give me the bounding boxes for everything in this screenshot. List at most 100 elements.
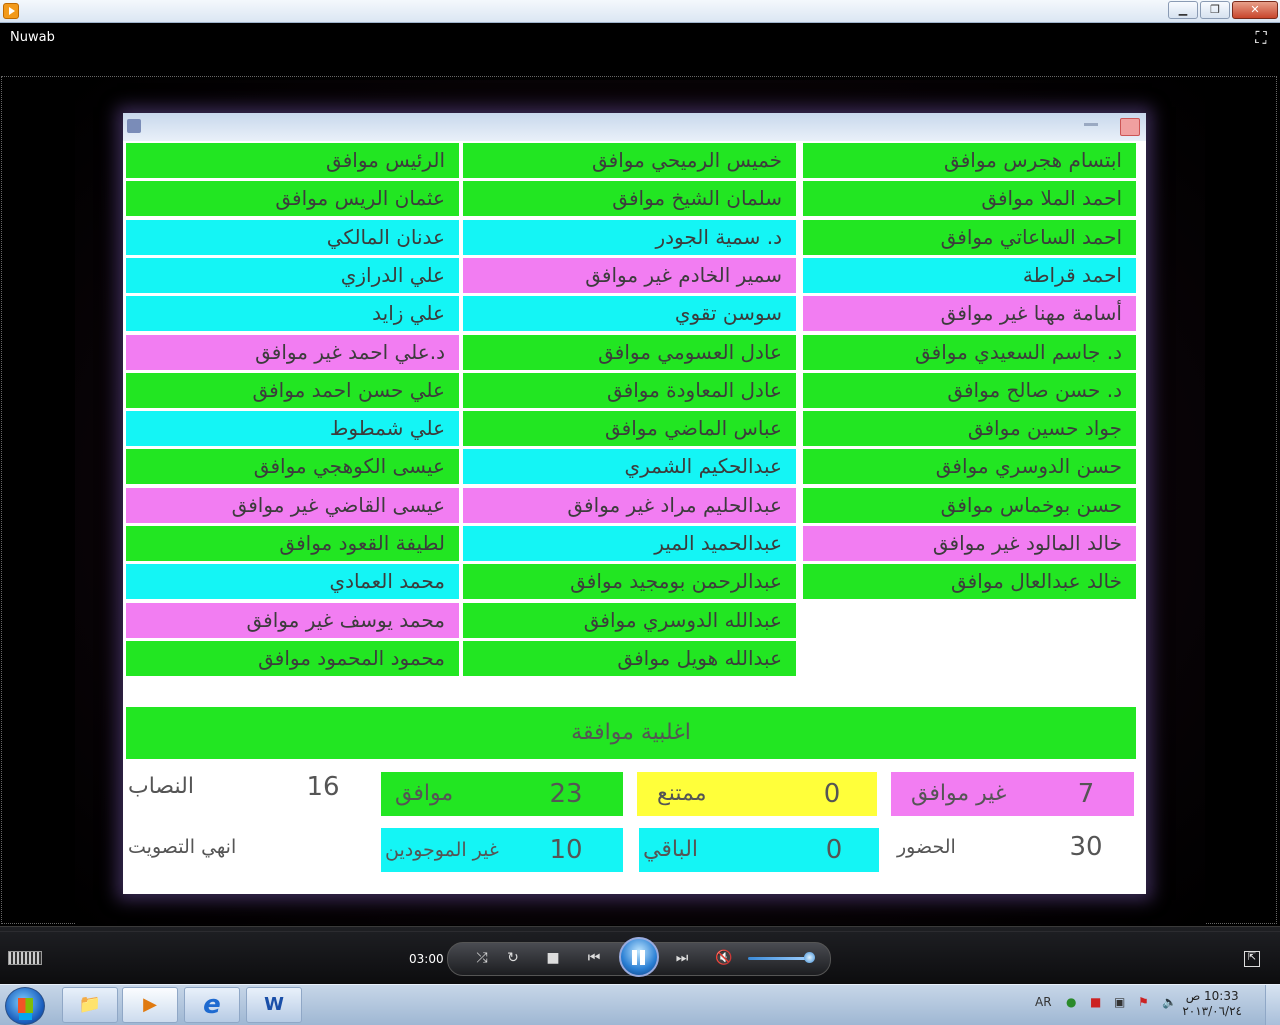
member-vote-middle-5: عادل العسومي موافق bbox=[463, 334, 796, 370]
member-vote-left-5: د.علي احمد غير موافق bbox=[126, 334, 459, 370]
member-vote-left-13: محمود المحمود موافق bbox=[126, 640, 459, 676]
member-vote-left-8: عيسى الكوهجي موافق bbox=[126, 449, 459, 485]
elapsed-time: 03:00 bbox=[409, 952, 444, 966]
remaining-value: 0 bbox=[825, 835, 843, 865]
visualization-icon[interactable] bbox=[8, 951, 42, 965]
member-vote-right-6: د. حسن صالح موافق bbox=[803, 372, 1136, 408]
taskbar-explorer[interactable]: 📁 bbox=[62, 987, 118, 1023]
windows-logo-icon bbox=[18, 998, 33, 1013]
member-vote-left-7: علي شمطوط bbox=[126, 411, 459, 447]
member-vote-right-11: خالد عبدالعال موافق bbox=[803, 564, 1136, 600]
member-vote-right-1: احمد الملا موافق bbox=[803, 181, 1136, 217]
present-box: 30 الحضور bbox=[891, 825, 1134, 869]
voting-board-window: ابتسام هجرس موافق احمد الملا موافق احمد ال… bbox=[123, 113, 1146, 894]
abstain-value: 0 bbox=[823, 779, 841, 809]
board-close-icon bbox=[1120, 118, 1140, 136]
disagree-box: 7 غير موافق bbox=[891, 772, 1134, 816]
present-label: الحضور bbox=[897, 836, 956, 858]
member-vote-right-5: د. جاسم السعيدي موافق bbox=[803, 334, 1136, 370]
switch-to-library-button[interactable]: ⇱ bbox=[1244, 951, 1260, 967]
member-vote-right-10: خالد المالود غير موافق bbox=[803, 526, 1136, 561]
clock-time: 10:33 ص bbox=[1185, 989, 1239, 1003]
present-value: 30 bbox=[1069, 832, 1103, 862]
fullscreen-toggle-icon[interactable]: ⛶ bbox=[1252, 29, 1270, 47]
member-vote-left-0: الرئيس موافق bbox=[126, 143, 459, 178]
mute-button[interactable]: 🔇 bbox=[713, 949, 735, 967]
abstain-box: 0 ممتنع bbox=[637, 772, 877, 816]
taskbar-media-player[interactable]: ▶ bbox=[122, 987, 178, 1023]
vote-verdict: اغلبية موافقة bbox=[126, 707, 1136, 759]
member-vote-middle-3: سمير الخادم غير موافق bbox=[463, 257, 796, 293]
end-vote-button[interactable]: انهي التصويت bbox=[126, 825, 361, 869]
pause-button[interactable] bbox=[619, 937, 659, 977]
member-vote-right-9: حسن بوخماس موافق bbox=[803, 487, 1136, 523]
stop-button[interactable]: ■ bbox=[542, 949, 564, 967]
member-vote-right-8: حسن الدوسري موافق bbox=[803, 449, 1136, 485]
member-vote-middle-7: عباس الماضي موافق bbox=[463, 411, 796, 447]
next-button[interactable]: ⏭ bbox=[671, 949, 693, 967]
voting-board-titlebar bbox=[123, 113, 1146, 141]
agree-value: 23 bbox=[549, 779, 583, 809]
member-vote-left-3: علي الدرازي bbox=[126, 257, 459, 293]
show-desktop-button[interactable] bbox=[1265, 985, 1280, 1025]
disagree-label: غير موافق bbox=[911, 781, 1007, 806]
taskbar-word[interactable]: W bbox=[246, 987, 302, 1023]
agree-box: 23 موافق bbox=[381, 772, 623, 816]
media-player-app-icon bbox=[3, 3, 19, 19]
tray-flash-icon[interactable]: ■ bbox=[1090, 995, 1101, 1009]
language-indicator[interactable]: AR bbox=[1035, 995, 1052, 1009]
member-vote-right-2: احمد الساعاتي موافق bbox=[803, 219, 1136, 255]
not-present-box: 10 غير الموجودين bbox=[381, 828, 623, 872]
member-vote-middle-8: عبدالحكيم الشمري bbox=[463, 449, 796, 485]
member-vote-left-4: علي زايد bbox=[126, 296, 459, 332]
quorum-label: النصاب bbox=[128, 774, 194, 799]
window-controls: ▁ ❐ ✕ bbox=[1166, 1, 1278, 19]
seek-bar[interactable] bbox=[0, 931, 1280, 932]
clock-date: ٢٠١٣/٠٦/٢٤ bbox=[1182, 1004, 1242, 1018]
not-present-value: 10 bbox=[549, 835, 583, 865]
not-present-label: غير الموجودين bbox=[385, 839, 499, 861]
media-title: Nuwab bbox=[10, 30, 55, 45]
member-vote-middle-0: خميس الرميحي موافق bbox=[463, 143, 796, 178]
remaining-box: 0 الباقي bbox=[639, 828, 879, 872]
volume-knob[interactable] bbox=[804, 952, 815, 963]
tray-action-center-icon[interactable]: ⚑ bbox=[1138, 995, 1149, 1009]
taskbar-internet-explorer[interactable]: e bbox=[184, 987, 240, 1023]
player-controls: 03:00 ⤮ ↻ ■ ⏮ ⏭ 🔇 ⇱ bbox=[0, 926, 1280, 985]
tray-security-icon[interactable]: ● bbox=[1066, 995, 1076, 1009]
member-vote-right-0: ابتسام هجرس موافق bbox=[803, 143, 1136, 178]
tray-volume-icon[interactable]: 🔈 bbox=[1162, 995, 1177, 1009]
member-vote-right-7: جواد حسين موافق bbox=[803, 411, 1136, 447]
member-vote-right-4: أسامة مهنا غير موافق bbox=[803, 296, 1136, 332]
window-titlebar: ▁ ❐ ✕ bbox=[0, 0, 1280, 23]
member-vote-middle-6: عادل المعاودة موافق bbox=[463, 372, 796, 408]
board-app-icon bbox=[127, 119, 141, 133]
tray-network-icon[interactable]: ▣ bbox=[1114, 995, 1125, 1009]
disagree-value: 7 bbox=[1077, 779, 1095, 809]
shuffle-button[interactable]: ⤮ bbox=[471, 949, 493, 967]
maximize-button[interactable]: ❐ bbox=[1200, 1, 1230, 19]
volume-slider[interactable] bbox=[748, 957, 810, 960]
abstain-label: ممتنع bbox=[657, 781, 707, 806]
minimize-button[interactable]: ▁ bbox=[1168, 1, 1198, 19]
member-vote-middle-9: عبدالحليم مراد غير موافق bbox=[463, 487, 796, 523]
member-vote-left-10: لطيفة القعود موافق bbox=[126, 526, 459, 561]
member-vote-left-1: عثمان الريس موافق bbox=[126, 181, 459, 217]
previous-button[interactable]: ⏮ bbox=[583, 949, 605, 967]
member-vote-middle-1: سلمان الشيخ موافق bbox=[463, 181, 796, 217]
quorum-box: النصاب 16 bbox=[126, 765, 361, 809]
agree-label: موافق bbox=[395, 781, 454, 806]
repeat-button[interactable]: ↻ bbox=[502, 949, 524, 967]
close-button[interactable]: ✕ bbox=[1232, 1, 1278, 19]
member-vote-left-2: عدنان المالكي bbox=[126, 219, 459, 255]
member-vote-middle-12: عبدالله الدوسري موافق bbox=[463, 602, 796, 638]
member-vote-left-11: محمد العمادي bbox=[126, 564, 459, 600]
member-vote-middle-10: عبدالحميد المير bbox=[463, 526, 796, 561]
board-minimize-icon bbox=[1084, 123, 1098, 126]
end-vote-label: انهي التصويت bbox=[128, 836, 237, 858]
remaining-label: الباقي bbox=[643, 837, 699, 862]
member-vote-left-9: عيسى القاضي غير موافق bbox=[126, 487, 459, 523]
taskbar-clock[interactable]: 10:33 ص ٢٠١٣/٠٦/٢٤ bbox=[1182, 989, 1242, 1019]
start-button[interactable] bbox=[5, 987, 45, 1025]
member-vote-middle-13: عبدالله هويل موافق bbox=[463, 640, 796, 676]
